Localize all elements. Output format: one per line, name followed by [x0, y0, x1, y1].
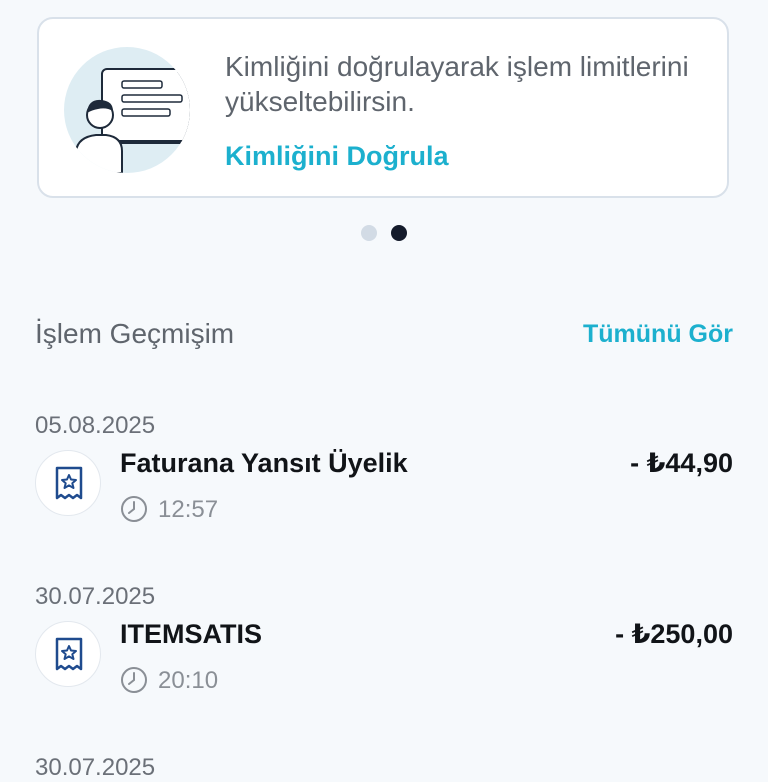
pager-dot-2-active[interactable] [391, 225, 407, 241]
transaction-time: 12:57 [158, 496, 219, 523]
clock-icon [121, 667, 147, 693]
verify-identity-message: Kimliğini doğrulayarak işlem limitlerini… [225, 51, 689, 117]
transaction-date: 30.07.2025 [35, 583, 156, 610]
transaction-history-title: İşlem Geçmişim [35, 318, 235, 349]
see-all-link[interactable]: Tümünü Gör [583, 320, 733, 349]
transaction-amount: - ₺44,90 [630, 448, 733, 478]
transaction-time: 20:10 [158, 667, 219, 694]
carousel-pager [361, 225, 407, 241]
transaction-amount: - ₺250,00 [615, 619, 733, 649]
id-card-illustration-icon [64, 47, 190, 173]
clock-icon [121, 496, 147, 522]
transaction-date: 05.08.2025 [35, 412, 156, 439]
receipt-star-icon [35, 621, 101, 687]
transaction-title[interactable]: ITEMSATIS [120, 619, 262, 650]
verify-identity-card[interactable]: Kimliğini doğrulayarak işlem limitlerini… [37, 17, 729, 198]
transaction-title[interactable]: Faturana Yansıt Üyelik [120, 448, 408, 479]
transaction-date: 30.07.2025 [35, 754, 156, 781]
receipt-star-icon [35, 450, 101, 516]
verify-identity-link[interactable]: Kimliğini Doğrula [225, 141, 449, 172]
pager-dot-1[interactable] [361, 225, 377, 241]
